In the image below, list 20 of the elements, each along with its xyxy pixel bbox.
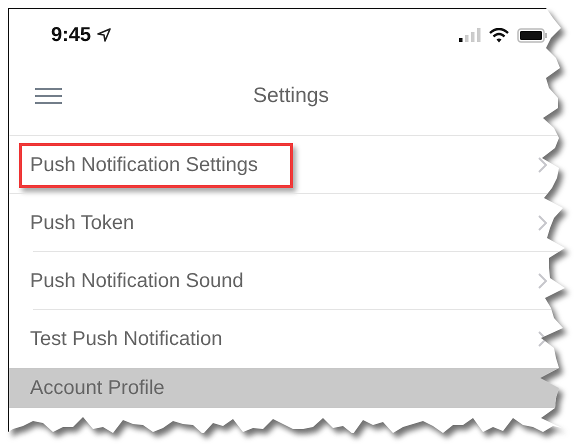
status-time: 9:45 [51, 24, 92, 46]
chevron-icon [538, 157, 547, 173]
chevron-icon [538, 215, 547, 231]
row-label: Push Notification Sound [29, 268, 244, 294]
settings-row[interactable]: Push Token [9, 194, 573, 252]
row-label: Test Push Notification [29, 326, 224, 352]
signal-icon [459, 28, 481, 42]
battery-icon [517, 28, 547, 42]
settings-row[interactable]: Push Notification Settings [9, 136, 573, 194]
row-label: Push Notification Settings [19, 142, 293, 188]
settings-row[interactable]: Push Notification Sound [9, 252, 573, 310]
location-arrow-icon [97, 28, 112, 42]
chevron-icon [538, 331, 547, 347]
screen-title: Settings [253, 84, 329, 108]
menu-icon[interactable] [35, 87, 62, 105]
settings-row[interactable]: Test Push Notification [9, 310, 573, 368]
chevron-icon [538, 273, 547, 289]
wifi-icon [489, 28, 509, 42]
row-label: Push Token [29, 210, 136, 236]
section-title: Account Profile [30, 376, 165, 400]
